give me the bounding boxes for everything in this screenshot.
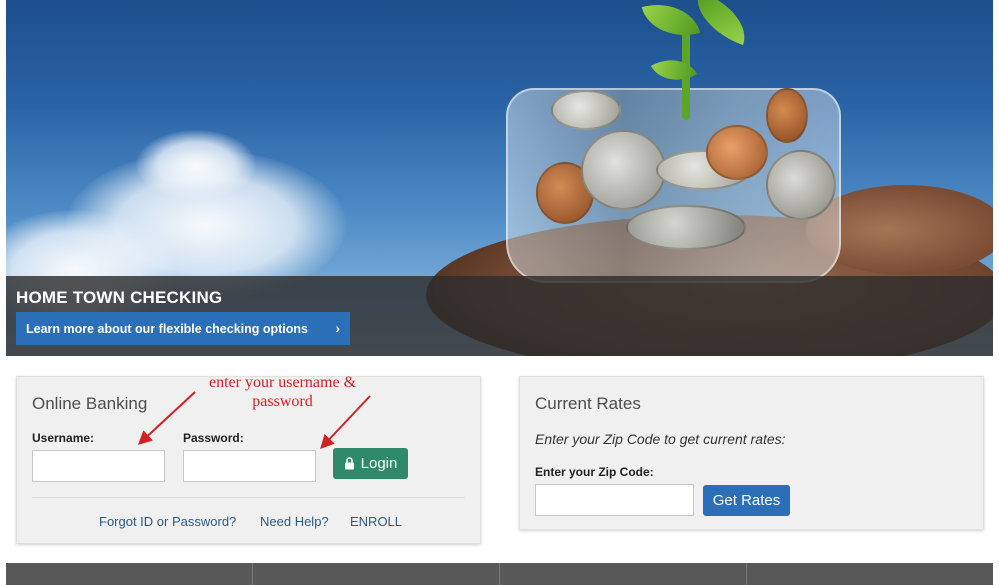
coin: [581, 130, 666, 210]
hero-banner: HOME TOWN CHECKING Learn more about our …: [6, 0, 993, 356]
password-input[interactable]: [183, 450, 316, 482]
zip-label: Enter your Zip Code:: [535, 465, 654, 479]
zip-code-input[interactable]: [535, 484, 694, 516]
footer-nav-item[interactable]: [253, 563, 500, 585]
footer-nav-item[interactable]: [500, 563, 747, 585]
annotation-line2: password: [252, 393, 313, 410]
hero-title: HOME TOWN CHECKING: [16, 288, 223, 307]
password-label: Password:: [183, 431, 244, 445]
need-help-link[interactable]: Need Help?: [260, 514, 329, 529]
annotation-line1: enter your username &: [208, 374, 357, 391]
coin: [551, 90, 621, 130]
username-label: Username:: [32, 431, 95, 445]
leaf-icon: [686, 0, 756, 46]
cloud: [136, 130, 256, 200]
coin: [766, 88, 808, 143]
current-rates-title: Current Rates: [535, 394, 641, 413]
online-banking-title: Online Banking: [32, 394, 148, 413]
current-rates-panel: Current Rates Enter your Zip Code to get…: [519, 376, 984, 530]
coin: [766, 150, 836, 220]
annotation-text: enter your username & password: [190, 373, 375, 411]
enroll-link[interactable]: ENROLL: [350, 514, 402, 529]
footer-nav-item[interactable]: [6, 563, 253, 585]
login-button[interactable]: Login: [333, 448, 408, 479]
footer-nav-bar: [6, 563, 993, 585]
get-rates-button[interactable]: Get Rates: [703, 485, 790, 516]
learn-more-label: Learn more about our flexible checking o…: [26, 321, 308, 336]
leaf-icon: [650, 48, 698, 92]
footer-nav-item[interactable]: [747, 563, 993, 585]
lock-icon: [344, 457, 354, 470]
forgot-id-link[interactable]: Forgot ID or Password?: [99, 514, 236, 529]
username-input[interactable]: [32, 450, 165, 482]
chevron-right-icon: ›: [335, 320, 340, 336]
coin: [626, 205, 746, 250]
learn-more-button[interactable]: Learn more about our flexible checking o…: [16, 312, 350, 345]
login-label: Login: [360, 455, 398, 472]
coin: [706, 125, 768, 180]
leaf-icon: [641, 0, 701, 46]
hero-caption-band: HOME TOWN CHECKING Learn more about our …: [6, 276, 993, 356]
rates-instruction: Enter your Zip Code to get current rates…: [535, 431, 786, 447]
divider: [32, 497, 465, 498]
